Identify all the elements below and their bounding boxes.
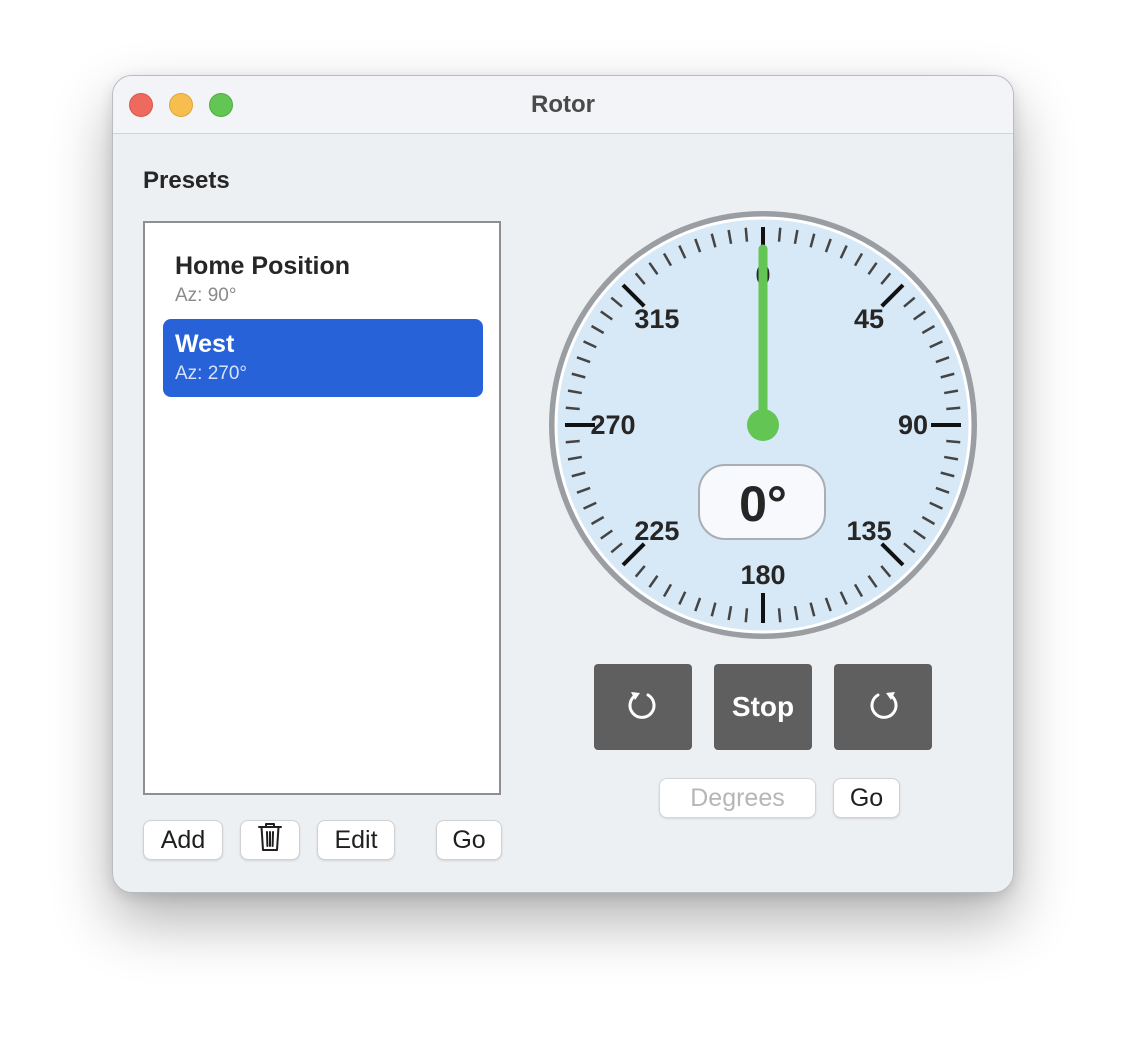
minor-tick xyxy=(777,227,782,242)
minor-tick xyxy=(565,439,580,444)
go-preset-button[interactable]: Go xyxy=(436,820,502,860)
go-degrees-button[interactable]: Go xyxy=(833,778,900,818)
dial-label-270: 270 xyxy=(590,410,635,440)
rotate-clockwise-button[interactable] xyxy=(834,664,932,750)
stop-button[interactable]: Stop xyxy=(714,664,812,750)
minor-tick xyxy=(744,608,749,623)
minor-tick xyxy=(565,406,580,411)
trash-icon xyxy=(257,822,283,859)
dial-label-225: 225 xyxy=(634,516,679,546)
minor-tick xyxy=(946,406,961,411)
preset-name: West xyxy=(175,330,235,358)
add-preset-button[interactable]: Add xyxy=(143,820,223,860)
azimuth-dial: 04590135180225270315 0° xyxy=(547,209,979,641)
needle-hub xyxy=(747,409,779,441)
dial-label-180: 180 xyxy=(740,560,785,590)
minor-tick xyxy=(744,227,749,242)
azimuth-readout: 0° xyxy=(739,476,787,532)
preset-list[interactable]: Home Position Az: 90° West Az: 270° xyxy=(143,221,501,795)
rotate-counterclockwise-button[interactable] xyxy=(594,664,692,750)
dial-label-90: 90 xyxy=(898,410,928,440)
presets-heading: Presets xyxy=(143,167,230,194)
delete-preset-button[interactable] xyxy=(240,820,300,860)
minor-tick xyxy=(777,608,782,623)
title-bar: Rotor xyxy=(113,76,1013,134)
degrees-input[interactable] xyxy=(659,778,816,818)
dial-svg: 04590135180225270315 0° xyxy=(549,211,977,639)
dial-label-135: 135 xyxy=(847,516,892,546)
preset-azimuth: Az: 90° xyxy=(175,285,237,306)
rotate-counterclockwise-icon xyxy=(626,687,660,728)
window-title: Rotor xyxy=(531,91,595,118)
preset-item-west[interactable]: West Az: 270° xyxy=(163,319,483,397)
dial-label-315: 315 xyxy=(634,304,679,334)
rotate-clockwise-icon xyxy=(866,687,900,728)
rotor-window: Rotor Presets Home Position Az: 90° West… xyxy=(112,75,1014,893)
minor-tick xyxy=(946,439,961,444)
edit-preset-button[interactable]: Edit xyxy=(317,820,395,860)
dial-label-45: 45 xyxy=(854,304,884,334)
preset-azimuth: Az: 270° xyxy=(175,363,248,384)
preset-name: Home Position xyxy=(175,252,351,280)
preset-item-home-position[interactable]: Home Position Az: 90° xyxy=(163,241,483,319)
